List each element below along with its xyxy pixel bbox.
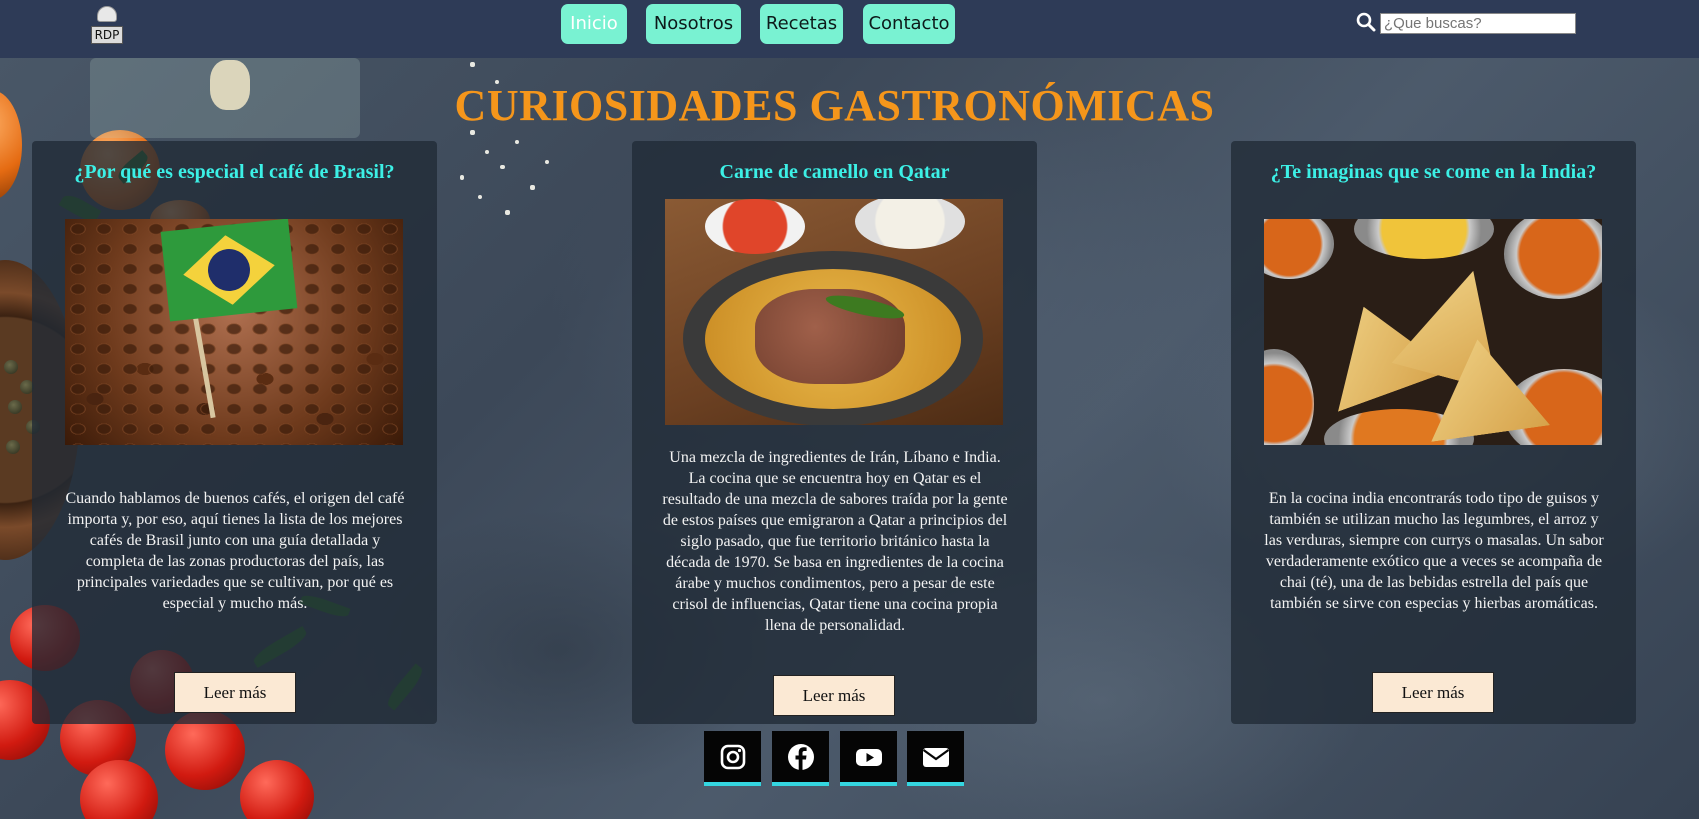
coffee-brazil-image [65, 219, 403, 445]
read-more-button[interactable]: Leer más [773, 675, 895, 716]
top-navbar: RDP Inicio Nosotros Recetas Contacto [0, 0, 1699, 58]
card-brasil-coffee: ¿Por qué es especial el café de Brasil? … [32, 141, 437, 724]
instagram-icon [720, 744, 746, 770]
card-description: En la cocina india encontrarás todo tipo… [1264, 490, 1604, 612]
card-description: Una mezcla de ingredientes de Irán, Líba… [662, 449, 1008, 634]
card-title: ¿Te imaginas que se come en la India? [1270, 161, 1597, 183]
search-input[interactable] [1380, 13, 1576, 34]
email-icon [922, 748, 950, 767]
nav-link-recetas[interactable]: Recetas [760, 4, 843, 44]
logo-text: RDP [91, 26, 123, 44]
youtube-link[interactable] [840, 731, 897, 786]
instagram-link[interactable] [704, 731, 761, 786]
qatar-dish-image [665, 199, 1003, 425]
card-india-food: ¿Te imaginas que se come en la India? En… [1231, 141, 1636, 724]
india-food-image [1264, 219, 1602, 445]
email-link[interactable] [907, 731, 964, 786]
read-more-button[interactable]: Leer más [174, 672, 296, 713]
nav-link-contacto[interactable]: Contacto [863, 4, 955, 44]
facebook-icon [788, 744, 814, 770]
site-logo[interactable]: RDP [91, 4, 125, 44]
card-description: Cuando hablamos de buenos cafés, el orig… [65, 490, 405, 612]
nav-link-nosotros[interactable]: Nosotros [646, 4, 741, 44]
search-icon[interactable] [1356, 12, 1376, 32]
card-qatar-camel: Carne de camello en Qatar Una mezcla de … [632, 141, 1037, 724]
cloche-icon [97, 6, 117, 22]
page-title: CURIOSIDADES GASTRONÓMICAS [454, 81, 1215, 130]
card-title: ¿Por qué es especial el café de Brasil? [74, 161, 395, 183]
read-more-button[interactable]: Leer más [1372, 672, 1494, 713]
facebook-link[interactable] [772, 731, 829, 786]
youtube-icon [856, 749, 882, 766]
card-title: Carne de camello en Qatar [719, 161, 950, 183]
nav-link-inicio[interactable]: Inicio [561, 4, 627, 44]
